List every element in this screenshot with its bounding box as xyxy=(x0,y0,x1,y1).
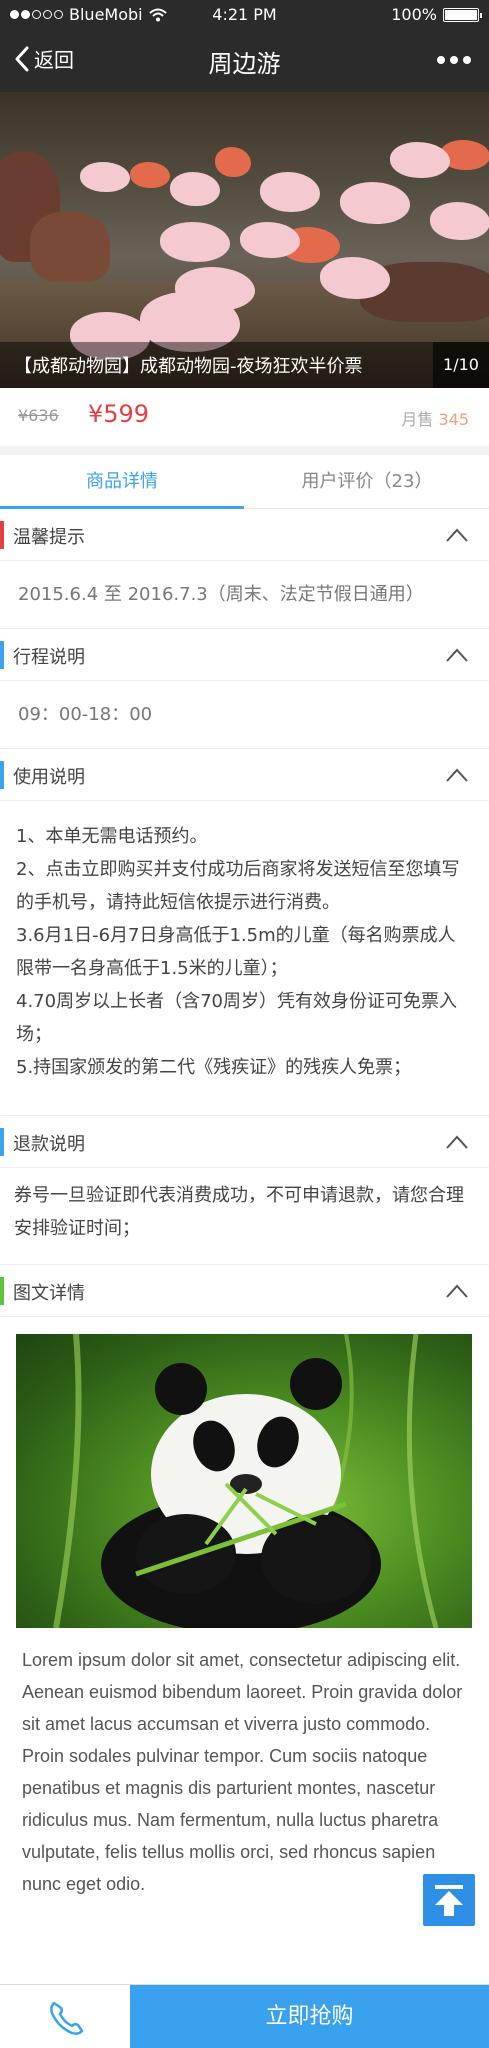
nav-bar: 返回 周边游 xyxy=(0,30,489,92)
section-refund-body: 券号一旦验证即代表消费成功，不可申请退款，请您合理安排验证时间； xyxy=(0,1169,489,1264)
flamingo xyxy=(170,172,220,206)
status-bar: BlueMobi 4:21 PM 100% xyxy=(0,0,489,30)
section-tips-body: 2015.6.4 至 2016.7.3（周末、法定节假日通用） xyxy=(0,562,489,628)
chevron-up-icon[interactable] xyxy=(445,525,469,545)
schedule-hours: 09：00-18：00 xyxy=(18,704,153,725)
usage-line: 5.持国家颁发的第二代《残疾证》的残疾人免票； xyxy=(16,1057,412,1078)
monthly-sales: 月售 345 xyxy=(401,406,469,430)
more-dots-icon[interactable] xyxy=(437,56,471,64)
battery-group: 100% xyxy=(391,5,482,24)
current-price: ¥599 xyxy=(88,400,150,428)
chevron-up-icon[interactable] xyxy=(445,1132,469,1152)
section-schedule-header[interactable]: 行程说明 xyxy=(0,629,489,681)
section-gap xyxy=(0,446,489,455)
battery-icon xyxy=(443,7,482,22)
section-tips-header[interactable]: 温馨提示 xyxy=(0,509,489,561)
arrow-to-top-icon xyxy=(435,1885,463,1916)
hero-carousel[interactable]: 【成都动物园】成都动物园-夜场狂欢半价票 1/10 xyxy=(0,92,489,388)
section-tips-title: 温馨提示 xyxy=(13,527,85,548)
flamingo xyxy=(215,147,251,177)
flamingo xyxy=(260,172,320,212)
flamingo xyxy=(80,162,130,192)
page-title: 周边游 xyxy=(208,50,281,78)
tips-date-range: 2015.6.4 至 2016.7.3（周末、法定节假日通用） xyxy=(18,584,424,605)
chevron-up-icon[interactable] xyxy=(445,1281,469,1301)
tab-product-details[interactable]: 商品详情 xyxy=(0,455,244,509)
price-row: ¥636 ¥599 月售 345 xyxy=(0,388,489,446)
flamingo xyxy=(390,142,450,178)
section-usage-header[interactable]: 使用说明 xyxy=(0,749,489,801)
chevron-up-icon[interactable] xyxy=(445,645,469,665)
section-accent-bar xyxy=(0,521,4,549)
original-price: ¥636 xyxy=(18,406,59,425)
section-accent-bar xyxy=(0,641,4,669)
carousel-counter: 1/10 xyxy=(433,342,489,388)
flamingo xyxy=(130,162,170,188)
section-gallery-header[interactable]: 图文详情 xyxy=(0,1265,489,1317)
hero-caption: 【成都动物园】成都动物园-夜场狂欢半价票 xyxy=(0,342,489,388)
section-usage-title: 使用说明 xyxy=(13,767,85,788)
flamingo xyxy=(430,202,489,240)
refund-text: 券号一旦验证即代表消费成功，不可申请退款，请您合理安排验证时间； xyxy=(14,1185,464,1239)
usage-line: 4.70周岁以上长者（含70周岁）凭有效身份证可免票入场； xyxy=(16,991,457,1045)
battery-percent: 100% xyxy=(391,5,437,24)
flamingo xyxy=(240,222,300,258)
section-schedule-title: 行程说明 xyxy=(13,647,85,668)
call-button[interactable] xyxy=(0,1985,130,2048)
usage-line: 2、点击立即购买并支付成功后商家将发送短信至您填写的手机号，请持此短信依提示进行… xyxy=(16,859,460,913)
section-gallery-title: 图文详情 xyxy=(13,1283,85,1304)
panda-illustration xyxy=(53,1334,439,1628)
section-accent-bar xyxy=(0,1128,4,1156)
section-refund-title: 退款说明 xyxy=(13,1134,85,1155)
panda-photo xyxy=(16,1334,472,1628)
sold-count: 345 xyxy=(438,410,469,429)
section-schedule-body: 09：00-18：00 xyxy=(0,682,489,748)
chevron-up-icon[interactable] xyxy=(445,765,469,785)
back-to-top-button[interactable] xyxy=(423,1874,475,1926)
section-accent-bar xyxy=(0,761,4,789)
phone-icon xyxy=(50,2001,84,2035)
gallery-description: Lorem ipsum dolor sit amet, consectetur … xyxy=(22,1650,463,1894)
section-accent-bar xyxy=(0,1277,4,1305)
flamingo xyxy=(320,257,390,299)
usage-line: 1、本单无需电话预约。 xyxy=(16,826,208,847)
flamingo xyxy=(340,182,410,224)
section-usage-body: 1、本单无需电话预约。 2、点击立即购买并支付成功后商家将发送短信至您填写的手机… xyxy=(0,802,489,1115)
sold-label: 月售 xyxy=(401,410,434,429)
detail-tabs: 商品详情 用户评价（23） xyxy=(0,455,489,509)
usage-line: 3.6月1日-6月7日身高低于1.5m的儿童（每名购票成人限带一名身高低于1.5… xyxy=(16,925,456,979)
buy-now-button[interactable]: 立即抢购 xyxy=(130,1985,489,2048)
hero-rock xyxy=(30,212,110,282)
bottom-action-bar: 立即抢购 xyxy=(0,1984,489,2048)
flamingo xyxy=(160,222,230,262)
tab-user-reviews[interactable]: 用户评价（23） xyxy=(245,455,489,509)
section-refund-header[interactable]: 退款说明 xyxy=(0,1116,489,1168)
